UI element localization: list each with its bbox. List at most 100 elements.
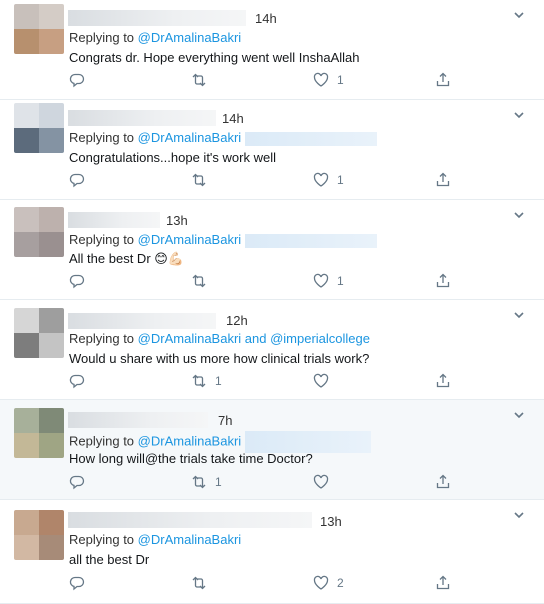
like-button[interactable]: 1: [313, 72, 344, 88]
like-button[interactable]: [313, 373, 337, 389]
reply-icon: [69, 274, 85, 289]
reply-button[interactable]: [69, 575, 85, 591]
reply-tweet[interactable]: 13h Replying to @DrAmalinaBakri All the …: [0, 200, 544, 300]
avatar[interactable]: [14, 207, 64, 257]
reply-tweet[interactable]: 14h Replying to @DrAmalinaBakri Congratu…: [0, 100, 544, 200]
timestamp[interactable]: 13h: [166, 213, 188, 228]
like-button[interactable]: 1: [313, 273, 344, 289]
mention-link[interactable]: @DrAmalinaBakri: [138, 130, 242, 145]
author-name-redacted[interactable]: [68, 10, 246, 26]
mention-link[interactable]: @DrAmalinaBakri: [138, 433, 242, 448]
retweet-count: 1: [215, 475, 222, 489]
replying-to-line: Replying to @DrAmalinaBakri and @imperia…: [69, 331, 370, 346]
retweet-button[interactable]: [191, 72, 215, 88]
reply-button[interactable]: [69, 172, 85, 188]
chevron-down-icon[interactable]: [512, 308, 526, 322]
share-button[interactable]: [435, 72, 451, 88]
tweet-text: Congrats dr. Hope everything went well I…: [69, 50, 360, 65]
action-bar: 2: [69, 575, 544, 595]
heart-icon: [313, 172, 329, 187]
retweet-icon: [192, 374, 206, 388]
reply-button[interactable]: [69, 474, 85, 490]
chevron-down-icon[interactable]: [512, 408, 526, 422]
like-button[interactable]: 2: [313, 575, 344, 591]
chevron-down-icon[interactable]: [512, 208, 526, 222]
reply-icon: [69, 475, 85, 490]
retweet-button[interactable]: 1: [191, 373, 222, 389]
redacted-mentions: [244, 431, 371, 453]
author-name-redacted[interactable]: [68, 512, 312, 528]
reply-tweet[interactable]: 12h Replying to @DrAmalinaBakri and @imp…: [0, 300, 544, 400]
share-icon: [436, 575, 450, 590]
timestamp[interactable]: 14h: [255, 11, 277, 26]
avatar[interactable]: [14, 308, 64, 358]
action-bar: 1: [69, 373, 544, 393]
timestamp[interactable]: 14h: [222, 111, 244, 126]
chevron-down-icon[interactable]: [512, 508, 526, 522]
author-name-redacted[interactable]: [68, 212, 160, 228]
reply-tweet[interactable]: 7h Replying to @DrAmalinaBakri How long …: [0, 400, 544, 500]
share-icon: [436, 72, 450, 87]
chevron-down-icon[interactable]: [512, 108, 526, 122]
share-button[interactable]: [435, 474, 451, 490]
heart-icon: [313, 273, 329, 288]
reply-button[interactable]: [69, 72, 85, 88]
mention-link[interactable]: @DrAmalinaBakri: [138, 532, 242, 547]
like-count: 1: [337, 173, 344, 187]
avatar[interactable]: [14, 103, 64, 153]
retweet-icon: [192, 274, 206, 288]
mention-link[interactable]: @DrAmalinaBakri: [138, 232, 242, 247]
avatar[interactable]: [14, 510, 64, 560]
chevron-down-icon[interactable]: [512, 8, 526, 22]
reply-tweet[interactable]: 13h Replying to @DrAmalinaBakri all the …: [0, 500, 544, 604]
reply-button[interactable]: [69, 373, 85, 389]
share-icon: [436, 273, 450, 288]
retweet-icon: [192, 576, 206, 590]
mention-link[interactable]: @DrAmalinaBakri: [138, 30, 242, 45]
retweet-button[interactable]: [191, 172, 215, 188]
heart-icon: [313, 72, 329, 87]
replying-label: Replying to: [69, 232, 135, 247]
redacted-mentions: [244, 131, 377, 146]
reply-icon: [69, 576, 85, 591]
retweet-button[interactable]: [191, 575, 215, 591]
replying-label: Replying to: [69, 433, 135, 449]
author-name-redacted[interactable]: [68, 412, 208, 428]
replying-to-line: Replying to @DrAmalinaBakri: [69, 130, 377, 146]
share-button[interactable]: [435, 373, 451, 389]
share-button[interactable]: [435, 575, 451, 591]
author-name-redacted[interactable]: [68, 313, 216, 329]
like-count: 1: [337, 73, 344, 87]
replying-to-line: Replying to @DrAmalinaBakri: [69, 431, 371, 453]
replying-to-line: Replying to @DrAmalinaBakri: [69, 532, 241, 547]
timestamp[interactable]: 13h: [320, 514, 342, 529]
reply-tweet[interactable]: 14h Replying to @DrAmalinaBakri Congrats…: [0, 0, 544, 100]
retweet-icon: [192, 173, 206, 187]
action-bar: 1: [69, 474, 544, 494]
tweet-text: All the best Dr 😊💪🏻: [69, 251, 184, 266]
tweet-text: Would u share with us more how clinical …: [69, 351, 370, 366]
retweet-icon: [192, 73, 206, 87]
avatar[interactable]: [14, 4, 64, 54]
like-button[interactable]: [313, 474, 337, 490]
reply-icon: [69, 173, 85, 188]
share-button[interactable]: [435, 273, 451, 289]
like-button[interactable]: 1: [313, 172, 344, 188]
timestamp[interactable]: 7h: [218, 413, 232, 428]
tweet-text: Congratulations...hope it's work well: [69, 150, 276, 165]
retweet-button[interactable]: [191, 273, 215, 289]
reply-button[interactable]: [69, 273, 85, 289]
author-name-redacted[interactable]: [68, 110, 216, 126]
tweet-text: How long will@the trials take time Docto…: [69, 451, 313, 466]
replying-label: Replying to: [69, 30, 135, 45]
share-button[interactable]: [435, 172, 451, 188]
heart-icon: [313, 474, 329, 489]
avatar[interactable]: [14, 408, 64, 458]
retweet-count: 1: [215, 374, 222, 388]
heart-icon: [313, 575, 329, 590]
mention-link[interactable]: @DrAmalinaBakri and @imperialcollege: [138, 331, 370, 346]
like-count: 2: [337, 576, 344, 590]
timestamp[interactable]: 12h: [226, 313, 248, 328]
replying-label: Replying to: [69, 130, 135, 145]
retweet-button[interactable]: 1: [191, 474, 222, 490]
